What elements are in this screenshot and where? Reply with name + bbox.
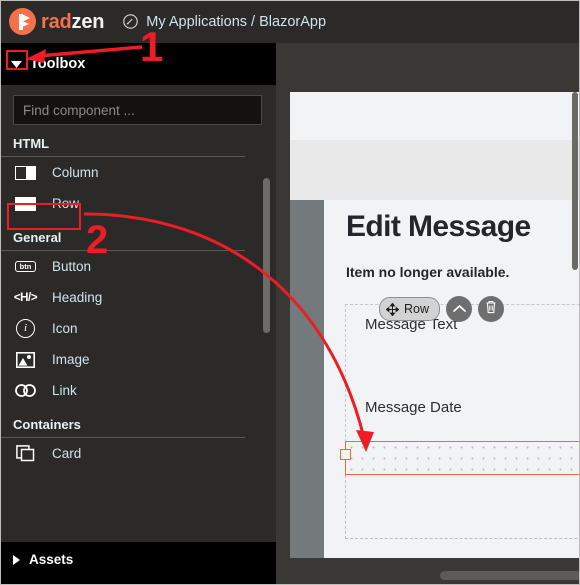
canvas-horizontal-scrollbar-thumb[interactable] xyxy=(440,571,580,580)
top-bar: radzen My Applications / BlazorApp xyxy=(0,0,580,43)
page-header-band xyxy=(290,140,580,200)
image-icon xyxy=(13,350,38,369)
radzen-logo[interactable]: radzen xyxy=(9,8,104,35)
row-drag-handle[interactable]: Row xyxy=(379,297,441,321)
heading-icon: <H/> xyxy=(13,291,38,304)
breadcrumb-text: My Applications / BlazorApp xyxy=(146,13,327,30)
move-arrows-icon xyxy=(386,302,399,316)
page-title: Edit Message xyxy=(346,210,531,243)
section-layouts[interactable]: Layouts xyxy=(0,577,276,585)
toolbox-title: Toolbox xyxy=(30,56,86,72)
select-parent-button[interactable] xyxy=(446,296,473,322)
annotation-number-1: 1 xyxy=(140,23,164,70)
form-footer-container[interactable] xyxy=(345,475,580,539)
component-label: Image xyxy=(52,352,90,367)
toolbox-footer: Assets Layouts xyxy=(0,542,276,585)
component-item-heading[interactable]: <H/> Heading xyxy=(0,282,276,313)
chevron-up-icon xyxy=(452,300,466,318)
annotation-highlight-row xyxy=(7,203,81,230)
link-icon xyxy=(13,381,38,400)
toolbox-panel: Toolbox HTML Column Row Ge xyxy=(0,43,276,585)
group-label-containers: Containers xyxy=(13,417,81,432)
page-side-strip xyxy=(290,200,324,558)
component-label: Card xyxy=(52,446,82,461)
component-label: Column xyxy=(52,165,99,180)
resize-handle[interactable] xyxy=(340,449,351,460)
delete-button[interactable] xyxy=(478,296,505,322)
component-item-column[interactable]: Column xyxy=(0,157,276,188)
selected-row-dropzone[interactable] xyxy=(345,441,580,475)
component-item-icon[interactable]: i Icon xyxy=(0,313,276,344)
info-circle-icon: i xyxy=(13,319,38,338)
trash-icon xyxy=(485,300,497,319)
annotation-number-2: 2 xyxy=(86,218,109,262)
section-label: Assets xyxy=(29,552,74,567)
component-item-link[interactable]: Link xyxy=(0,375,276,406)
search-input[interactable] xyxy=(13,95,262,125)
canvas-vertical-scrollbar[interactable] xyxy=(572,92,578,270)
component-item-card[interactable]: Card xyxy=(0,438,276,469)
design-surface[interactable]: Edit Message Item no longer available. M… xyxy=(290,92,580,558)
dashboard-icon xyxy=(122,13,139,30)
field-label-message-date: Message Date xyxy=(365,399,462,416)
group-label-html: HTML xyxy=(13,136,50,151)
annotation-highlight-caret xyxy=(6,50,28,70)
toolbox-body: HTML Column Row General btn xyxy=(0,85,276,542)
caret-right-icon xyxy=(11,554,22,565)
logo-text-zen: zen xyxy=(71,10,105,33)
search-wrap xyxy=(0,85,276,125)
row-toolbar: Row xyxy=(379,296,505,322)
logo-text-rad: rad xyxy=(41,10,72,33)
component-item-button[interactable]: btn Button xyxy=(0,251,276,282)
btn-icon: btn xyxy=(13,257,38,276)
component-label: Icon xyxy=(52,321,78,336)
toolbox-scrollbar-thumb[interactable] xyxy=(263,178,270,333)
card-icon xyxy=(13,444,38,463)
section-assets[interactable]: Assets xyxy=(0,542,276,577)
design-canvas-region: Edit Message Item no longer available. M… xyxy=(276,43,580,585)
radzen-designer-window: radzen My Applications / BlazorApp Toolb… xyxy=(0,0,580,585)
component-item-image[interactable]: Image xyxy=(0,344,276,375)
component-label: Heading xyxy=(52,290,103,305)
column-split-icon xyxy=(13,163,38,182)
form-container[interactable]: Message Text Message Date xyxy=(345,304,580,442)
component-label: Link xyxy=(52,383,77,398)
radzen-logo-icon xyxy=(9,8,36,35)
row-toolbar-label: Row xyxy=(404,302,430,316)
toolbox-header: Toolbox xyxy=(0,43,276,85)
page-subtitle: Item no longer available. xyxy=(346,264,510,280)
page-content-area: Edit Message Item no longer available. M… xyxy=(324,200,580,558)
